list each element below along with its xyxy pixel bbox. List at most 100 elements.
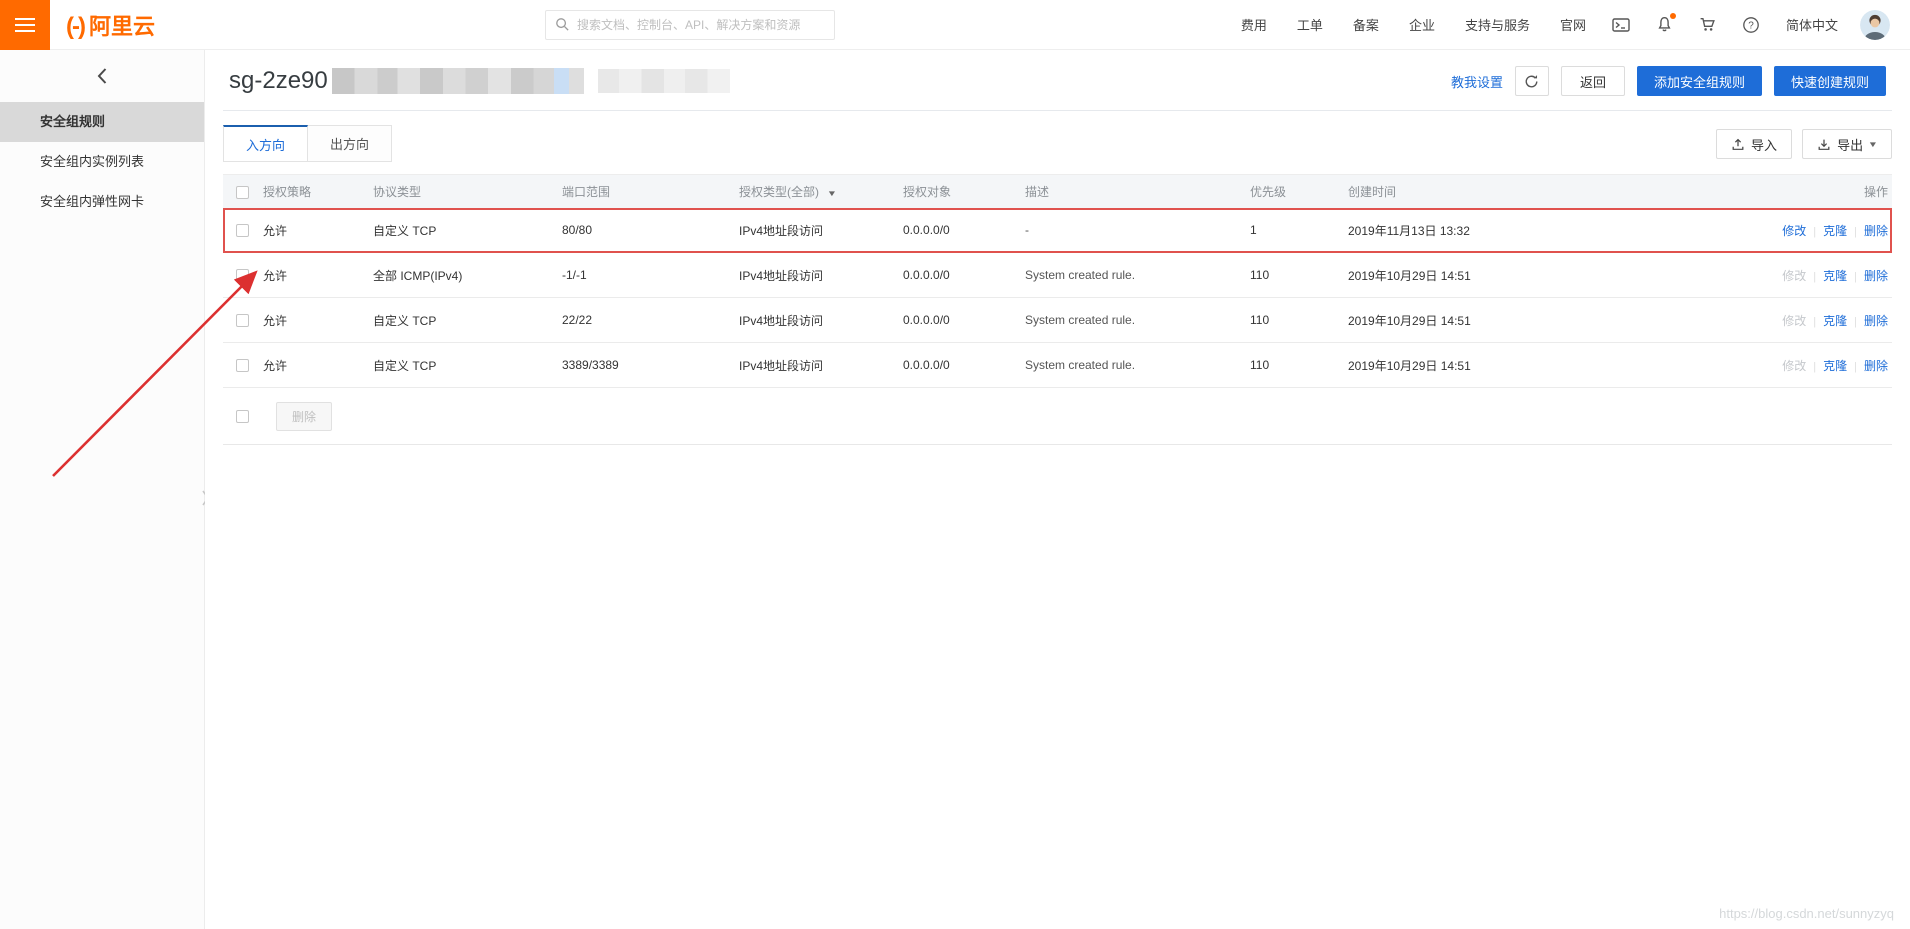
teach-me-setup-link[interactable]: 教我设置 <box>1451 72 1503 91</box>
cell-auth-type: IPv4地址段访问 <box>739 312 903 329</box>
cart-icon <box>1699 16 1716 33</box>
page: (-) 阿里云 费用 工单 备案 企业 支持与服务 官网 <box>0 0 1910 929</box>
terminal-icon <box>1612 17 1630 33</box>
batch-delete-button[interactable]: 删除 <box>276 402 332 431</box>
delete-link[interactable]: 删除 <box>1864 224 1888 238</box>
col-auth-type[interactable]: 授权类型(全部) ▼ <box>739 183 903 200</box>
watermark: https://blog.csdn.net/sunnyzyq <box>1719 906 1894 921</box>
clone-link[interactable]: 克隆 <box>1823 224 1847 238</box>
cell-description: System created rule. <box>1025 313 1250 327</box>
cell-priority: 1 <box>1250 223 1348 237</box>
export-button[interactable]: 导出 ▼ <box>1802 129 1892 159</box>
cell-port-range: 3389/3389 <box>562 358 739 372</box>
sidebar-item-security-group-rules[interactable]: 安全组规则 <box>0 102 204 142</box>
hamburger-icon <box>15 24 35 26</box>
cell-actions: 修改|克隆|删除 <box>1588 312 1892 329</box>
cell-actions: 修改|克隆|删除 <box>1588 267 1892 284</box>
row-checkbox[interactable] <box>236 359 249 372</box>
col-description: 描述 <box>1025 183 1250 200</box>
menu-item-enterprise[interactable]: 企业 <box>1409 15 1435 34</box>
col-actions: 操作 <box>1588 183 1892 200</box>
caret-down-icon: ▼ <box>1868 140 1878 149</box>
avatar[interactable] <box>1860 10 1890 40</box>
cell-auth-type: IPv4地址段访问 <box>739 267 903 284</box>
back-button[interactable]: 返回 <box>1561 66 1625 96</box>
col-created: 创建时间 <box>1348 183 1588 200</box>
delete-link[interactable]: 删除 <box>1864 359 1888 373</box>
modify-link[interactable]: 修改 <box>1782 224 1806 238</box>
clone-link[interactable]: 克隆 <box>1823 269 1847 283</box>
modify-link[interactable]: 修改 <box>1782 314 1806 328</box>
language-selector[interactable]: 简体中文 <box>1786 15 1838 34</box>
notifications-button[interactable] <box>1656 16 1673 33</box>
col-policy: 授权策略 <box>263 183 373 200</box>
censored-title-mosaic-light <box>598 69 730 93</box>
col-priority: 优先级 <box>1250 183 1348 200</box>
row-checkbox[interactable] <box>236 224 249 237</box>
hamburger-menu-button[interactable] <box>0 0 50 50</box>
menu-item-website[interactable]: 官网 <box>1560 15 1586 34</box>
search-input[interactable] <box>577 18 825 32</box>
menu-item-icp[interactable]: 备案 <box>1353 15 1379 34</box>
row-checkbox[interactable] <box>236 269 249 282</box>
clone-link[interactable]: 克隆 <box>1823 359 1847 373</box>
import-button[interactable]: 导入 <box>1716 129 1792 159</box>
batch-select-checkbox[interactable] <box>236 410 249 423</box>
sidebar-back-button[interactable] <box>0 50 204 102</box>
refresh-icon <box>1524 74 1539 89</box>
cell-auth-object: 0.0.0.0/0 <box>903 313 1025 327</box>
cell-auth-object: 0.0.0.0/0 <box>903 268 1025 282</box>
cell-description: System created rule. <box>1025 268 1250 282</box>
cell-actions: 修改|克隆|删除 <box>1588 357 1892 374</box>
upload-icon <box>1731 137 1745 152</box>
cell-created: 2019年10月29日 14:51 <box>1348 312 1588 329</box>
cell-priority: 110 <box>1250 358 1348 372</box>
menu-item-tickets[interactable]: 工单 <box>1297 15 1323 34</box>
download-icon <box>1817 137 1831 152</box>
cell-created: 2019年10月29日 14:51 <box>1348 357 1588 374</box>
cloudshell-button[interactable] <box>1612 17 1630 33</box>
sidebar-item-instance-list[interactable]: 安全组内实例列表 <box>0 142 204 182</box>
batch-action-row: 删除 <box>223 388 1892 444</box>
quick-create-rule-button[interactable]: 快速创建规则 <box>1774 66 1886 96</box>
sidebar-item-eni-list[interactable]: 安全组内弹性网卡 <box>0 182 204 222</box>
cell-port-range: 22/22 <box>562 313 739 327</box>
help-button[interactable]: ? <box>1742 16 1760 34</box>
page-header: sg-2ze90 教我设置 返回 添加安全组规则 快速创建规则 <box>223 50 1892 111</box>
aliyun-logo[interactable]: (-) 阿里云 <box>66 9 155 41</box>
cell-port-range: -1/-1 <box>562 268 739 282</box>
add-security-group-rule-button[interactable]: 添加安全组规则 <box>1637 66 1762 96</box>
cell-auth-object: 0.0.0.0/0 <box>903 358 1025 372</box>
delete-link[interactable]: 删除 <box>1864 269 1888 283</box>
modify-link[interactable]: 修改 <box>1782 359 1806 373</box>
cell-auth-type: IPv4地址段访问 <box>739 357 903 374</box>
import-label: 导入 <box>1751 135 1777 154</box>
cell-auth-object: 0.0.0.0/0 <box>903 223 1025 237</box>
col-auth-object: 授权对象 <box>903 183 1025 200</box>
help-icon: ? <box>1742 16 1760 34</box>
main-content: sg-2ze90 教我设置 返回 添加安全组规则 快速创建规则 <box>205 50 1910 929</box>
cell-description: System created rule. <box>1025 358 1250 372</box>
menu-item-support[interactable]: 支持与服务 <box>1465 15 1530 34</box>
tab-outbound[interactable]: 出方向 <box>308 125 392 162</box>
topbar: (-) 阿里云 费用 工单 备案 企业 支持与服务 官网 <box>0 0 1910 50</box>
delete-link[interactable]: 删除 <box>1864 314 1888 328</box>
cell-created: 2019年11月13日 13:32 <box>1348 222 1588 239</box>
global-search[interactable] <box>545 10 835 40</box>
row-checkbox[interactable] <box>236 314 249 327</box>
refresh-button[interactable] <box>1515 66 1549 96</box>
modify-link[interactable]: 修改 <box>1782 269 1806 283</box>
cart-button[interactable] <box>1699 16 1716 33</box>
clone-link[interactable]: 克隆 <box>1823 314 1847 328</box>
select-all-checkbox[interactable] <box>236 186 249 199</box>
censored-title-mosaic <box>332 68 584 94</box>
cell-actions: 修改|克隆|删除 <box>1588 222 1892 239</box>
tab-inbound[interactable]: 入方向 <box>223 125 308 162</box>
menu-item-billing[interactable]: 费用 <box>1241 15 1267 34</box>
rules-table: 授权策略 协议类型 端口范围 授权类型(全部) ▼ 授权对象 描述 优先级 创建… <box>223 174 1892 445</box>
topbar-menu: 费用 工单 备案 企业 支持与服务 官网 <box>1211 10 1896 40</box>
cell-description: - <box>1025 223 1250 237</box>
logo-text: 阿里云 <box>89 9 155 41</box>
cell-priority: 110 <box>1250 313 1348 327</box>
export-label: 导出 <box>1837 135 1863 154</box>
